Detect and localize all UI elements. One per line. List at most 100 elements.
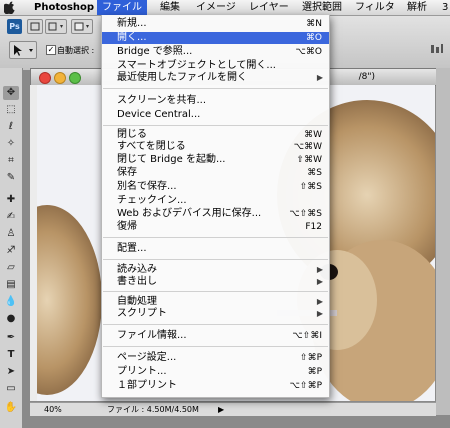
- menu-item-place-label: 配置...: [117, 243, 147, 254]
- menu-item-page-setup-shortcut: ⇧⌘P: [300, 353, 322, 363]
- menu-item-new-shortcut: ⌘N: [306, 19, 322, 29]
- menu-item-save-as[interactable]: 別名で保存... ⇧⌘S: [102, 181, 329, 193]
- menu-item-file-info-shortcut: ⌥⇧⌘I: [292, 331, 322, 341]
- menu-separator: [103, 125, 328, 126]
- brush-tool-icon[interactable]: ✍: [3, 210, 19, 224]
- menubar-app-name[interactable]: Photoshop: [34, 0, 94, 15]
- menu-item-close-go-bridge[interactable]: 閉じて Bridge を起動... ⇧⌘W: [102, 154, 329, 166]
- menubar-layer[interactable]: レイヤー: [249, 0, 289, 15]
- hand-tool-icon[interactable]: ✋: [3, 401, 19, 415]
- menubar-image[interactable]: イメージ: [196, 0, 236, 15]
- menu-item-import[interactable]: 読み込み ▶: [102, 264, 329, 276]
- type-tool-icon[interactable]: T: [3, 348, 19, 362]
- menu-item-print-one-copy[interactable]: １部プリント ⌥⇧⌘P: [102, 380, 329, 392]
- menu-item-print-label: プリント...: [117, 366, 167, 377]
- menu-item-open-smart-object[interactable]: スマートオブジェクトとして開く...: [102, 60, 329, 72]
- menu-item-print[interactable]: プリント... ⌘P: [102, 366, 329, 378]
- menubar-3d[interactable]: 3: [442, 0, 448, 15]
- bridge-launch-button[interactable]: [27, 19, 43, 34]
- menu-item-device-central-label: Device Central...: [117, 109, 201, 120]
- menu-item-share-screen[interactable]: スクリーンを共有...: [102, 95, 329, 107]
- menu-item-open-recent[interactable]: 最近使用したファイルを開く ▶: [102, 72, 329, 84]
- path-selection-tool-icon[interactable]: ➤: [3, 365, 19, 379]
- bridge-icon: [30, 22, 40, 31]
- minimize-window-icon[interactable]: [54, 72, 66, 84]
- menu-item-close-label: 閉じる: [117, 129, 147, 140]
- eraser-tool-icon[interactable]: ▱: [3, 261, 19, 275]
- lasso-tool-icon[interactable]: ℓ: [3, 120, 19, 134]
- submenu-arrow-icon: ▶: [316, 277, 323, 286]
- vertical-scrollbar[interactable]: [436, 68, 450, 415]
- menu-item-print-one-copy-shortcut: ⌥⇧⌘P: [289, 381, 322, 391]
- file-menu: 新規... ⌘N 開く... ⌘O Bridge で参照... ⌥⌘O スマート…: [101, 15, 330, 398]
- menu-item-check-in[interactable]: チェックイン...: [102, 195, 329, 207]
- menu-item-save-shortcut: ⌘S: [307, 168, 322, 178]
- menu-item-save[interactable]: 保存 ⌘S: [102, 167, 329, 179]
- menu-item-automate-label: 自動処理: [117, 296, 157, 307]
- menu-item-file-info[interactable]: ファイル情報... ⌥⇧⌘I: [102, 330, 329, 342]
- eyedropper-tool-icon[interactable]: ✎: [3, 171, 19, 185]
- submenu-arrow-icon: ▶: [316, 297, 323, 306]
- zoom-level[interactable]: 40%: [44, 403, 62, 416]
- menubar-analysis[interactable]: 解析: [407, 0, 427, 15]
- crop-tool-icon[interactable]: ⌗: [3, 154, 19, 168]
- move-tool-icon[interactable]: ✥: [3, 86, 19, 100]
- arrange-icon: [74, 22, 89, 31]
- magic-wand-tool-icon[interactable]: ✧: [3, 137, 19, 151]
- view-extras-button[interactable]: [45, 19, 67, 34]
- dodge-tool-icon[interactable]: ●: [3, 312, 19, 326]
- marquee-tool-icon[interactable]: ⬚: [3, 103, 19, 117]
- auto-select-checkbox[interactable]: ✓: [46, 45, 56, 55]
- menu-item-bridge-browse[interactable]: Bridge で参照... ⌥⌘O: [102, 46, 329, 58]
- menu-item-close-all-shortcut: ⌥⌘W: [293, 142, 322, 152]
- arrange-documents-button[interactable]: [71, 19, 93, 34]
- menu-item-scripts[interactable]: スクリプト ▶: [102, 308, 329, 320]
- menubar-edit[interactable]: 編集: [160, 0, 180, 15]
- menu-separator: [103, 259, 328, 260]
- menu-item-save-as-label: 別名で保存...: [117, 181, 177, 192]
- menu-item-page-setup[interactable]: ページ設定... ⇧⌘P: [102, 352, 329, 364]
- align-icon[interactable]: [430, 43, 444, 55]
- zoom-window-icon[interactable]: [69, 72, 81, 84]
- pen-tool-icon[interactable]: ✒: [3, 331, 19, 345]
- menu-item-share-screen-label: スクリーンを共有...: [117, 95, 207, 106]
- status-menu-arrow-icon[interactable]: ▶: [218, 403, 224, 416]
- menu-item-close-go-bridge-shortcut: ⇧⌘W: [296, 155, 322, 165]
- menu-item-scripts-label: スクリプト: [117, 308, 167, 319]
- shape-tool-icon[interactable]: ▭: [3, 382, 19, 396]
- menu-separator: [103, 88, 328, 89]
- menu-item-close[interactable]: 閉じる ⌘W: [102, 129, 329, 141]
- menu-item-export[interactable]: 書き出し ▶: [102, 276, 329, 288]
- menubar-file[interactable]: ファイル: [97, 0, 147, 15]
- healing-brush-tool-icon[interactable]: ✚: [3, 193, 19, 207]
- close-window-icon[interactable]: [39, 72, 51, 84]
- menu-item-place[interactable]: 配置...: [102, 243, 329, 255]
- status-bar: 40% ファイル : 4.50M/4.50M ▶: [30, 402, 436, 416]
- menu-item-revert[interactable]: 復帰 F12: [102, 221, 329, 233]
- menu-item-file-info-label: ファイル情報...: [117, 330, 187, 341]
- menu-item-device-central[interactable]: Device Central...: [102, 109, 329, 121]
- blur-tool-icon[interactable]: 💧: [3, 295, 19, 309]
- tool-preset-picker[interactable]: [9, 41, 37, 59]
- clone-stamp-tool-icon[interactable]: ♙: [3, 227, 19, 241]
- move-tool-icon: [14, 45, 33, 56]
- apple-icon[interactable]: [4, 1, 16, 14]
- grid-icon: [48, 22, 63, 31]
- menu-item-new[interactable]: 新規... ⌘N: [102, 18, 329, 30]
- menu-item-open[interactable]: 開く... ⌘O: [102, 32, 329, 44]
- menu-item-open-smart-object-label: スマートオブジェクトとして開く...: [117, 60, 276, 71]
- gradient-tool-icon[interactable]: ▤: [3, 278, 19, 292]
- menu-separator: [103, 324, 328, 325]
- menubar-filter[interactable]: フィルタ: [355, 0, 395, 15]
- menu-item-export-label: 書き出し: [117, 276, 157, 287]
- menu-item-automate[interactable]: 自動処理 ▶: [102, 296, 329, 308]
- tools-panel: ✥ ⬚ ℓ ✧ ⌗ ✎ ✚ ✍ ♙ ♐ ▱ ▤ 💧 ● ✒ T ➤ ▭ ✋: [0, 68, 23, 428]
- menu-item-save-for-web[interactable]: Web およびデバイス用に保存... ⌥⇧⌘S: [102, 208, 329, 220]
- history-brush-tool-icon[interactable]: ♐: [3, 244, 19, 258]
- menu-item-revert-shortcut: F12: [305, 222, 322, 232]
- menu-item-close-shortcut: ⌘W: [304, 130, 322, 140]
- submenu-arrow-icon: ▶: [316, 309, 323, 318]
- menu-item-close-all[interactable]: すべてを閉じる ⌥⌘W: [102, 141, 329, 153]
- menu-item-save-label: 保存: [117, 167, 137, 178]
- menubar-select[interactable]: 選択範囲: [302, 0, 342, 15]
